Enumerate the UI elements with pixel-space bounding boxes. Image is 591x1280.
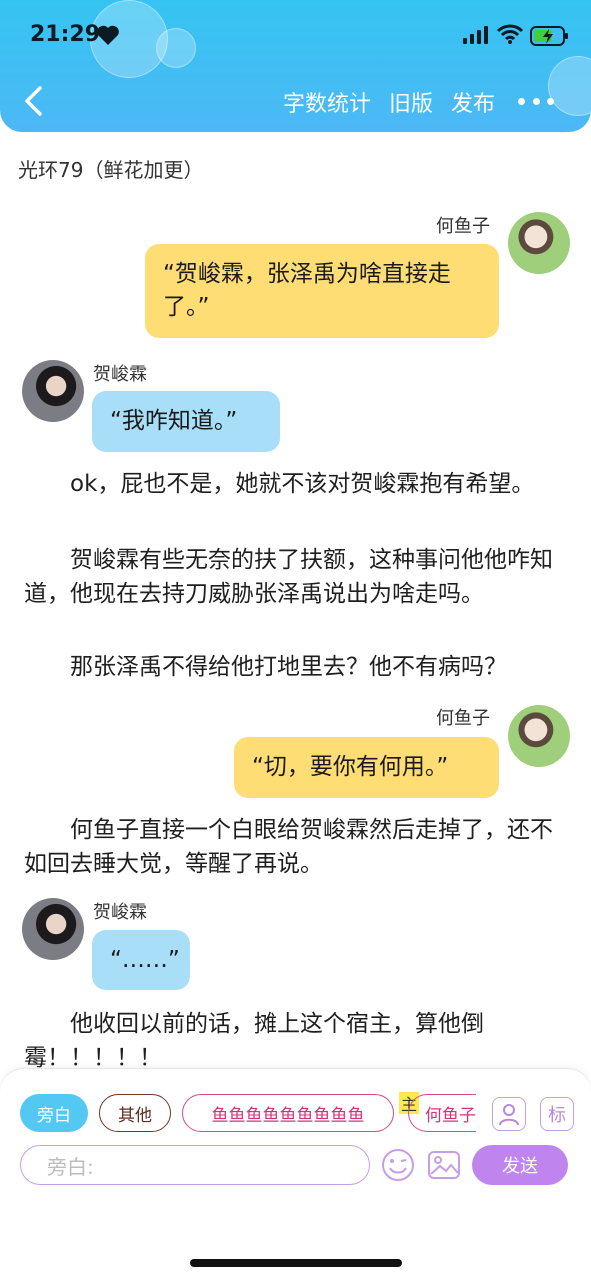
- more-button[interactable]: [518, 98, 554, 106]
- word-count-link[interactable]: 字数统计: [283, 86, 371, 118]
- signal-icon: [463, 26, 488, 44]
- person-icon: [499, 1104, 519, 1126]
- narration-paragraph[interactable]: 贺峻霖有些无奈的扶了扶额，这种事问他他咋知道，他现在去持刀威胁张泽禹说出为啥走吗…: [24, 543, 569, 611]
- publish-link[interactable]: 发布: [451, 86, 495, 118]
- dialogue-input[interactable]: 旁白:: [20, 1145, 370, 1185]
- back-button[interactable]: [18, 82, 50, 120]
- narration-paragraph[interactable]: ok，屁也不是，她就不该对贺峻霖抱有希望。: [24, 467, 569, 501]
- role-chip-fish[interactable]: 鱼鱼鱼鱼鱼鱼鱼鱼鱼: [182, 1094, 394, 1132]
- top-header: 21:29 字数统计 旧版 发布: [0, 0, 591, 132]
- decor-bubble-right: [548, 56, 591, 116]
- mark-button[interactable]: 标: [540, 1097, 574, 1131]
- avatar-heyuzi[interactable]: [508, 212, 570, 274]
- speaker-name: 何鱼子: [436, 216, 490, 237]
- emoji-icon[interactable]: [380, 1147, 416, 1183]
- role-chip-heyuzi[interactable]: 何鱼子: [408, 1094, 476, 1132]
- speaker-name: 贺峻霖: [93, 364, 147, 385]
- battery-icon: [530, 26, 568, 46]
- status-time: 21:29: [30, 22, 101, 47]
- speaker-name: 何鱼子: [436, 708, 490, 729]
- narration-paragraph[interactable]: 何鱼子直接一个白眼给贺峻霖然后走掉了，还不如回去睡大觉，等醒了再说。: [24, 813, 569, 881]
- decor-bubble-small: [156, 28, 196, 68]
- speaker-name: 贺峻霖: [93, 902, 147, 923]
- character-icon[interactable]: [492, 1097, 526, 1131]
- wifi-icon: [497, 24, 523, 44]
- narration-paragraph[interactable]: 他收回以前的话，摊上这个宿主，算他倒霉！！！！！: [24, 1007, 569, 1075]
- chapter-title: 光环79（鲜花加更）: [18, 158, 204, 182]
- nav-links: 字数统计 旧版 发布: [283, 86, 495, 118]
- more-dot: [532, 98, 540, 105]
- home-indicator[interactable]: [190, 1259, 402, 1267]
- narration-paragraph[interactable]: 那张泽禹不得给他打地里去？他不有病吗？: [24, 650, 569, 684]
- role-chip-other[interactable]: 其他: [99, 1094, 171, 1132]
- more-dot: [547, 98, 554, 105]
- dialogue-bubble[interactable]: “……”: [92, 930, 190, 990]
- old-version-link[interactable]: 旧版: [389, 86, 433, 118]
- dialogue-bubble[interactable]: “我咋知道。”: [92, 391, 280, 452]
- heart-icon: [97, 25, 119, 45]
- dialogue-bubble[interactable]: “贺峻霖，张泽禹为啥直接走了。”: [145, 244, 499, 338]
- dialogue-bubble[interactable]: “切，要你有何用。”: [234, 737, 499, 798]
- send-button[interactable]: 发送: [472, 1145, 568, 1185]
- image-icon[interactable]: [426, 1147, 462, 1183]
- more-dot: [518, 98, 525, 105]
- avatar-hejunlin[interactable]: [22, 898, 84, 960]
- avatar-hejunlin[interactable]: [22, 360, 84, 422]
- avatar-heyuzi[interactable]: [508, 705, 570, 767]
- role-chip-narration[interactable]: 旁白: [20, 1094, 88, 1132]
